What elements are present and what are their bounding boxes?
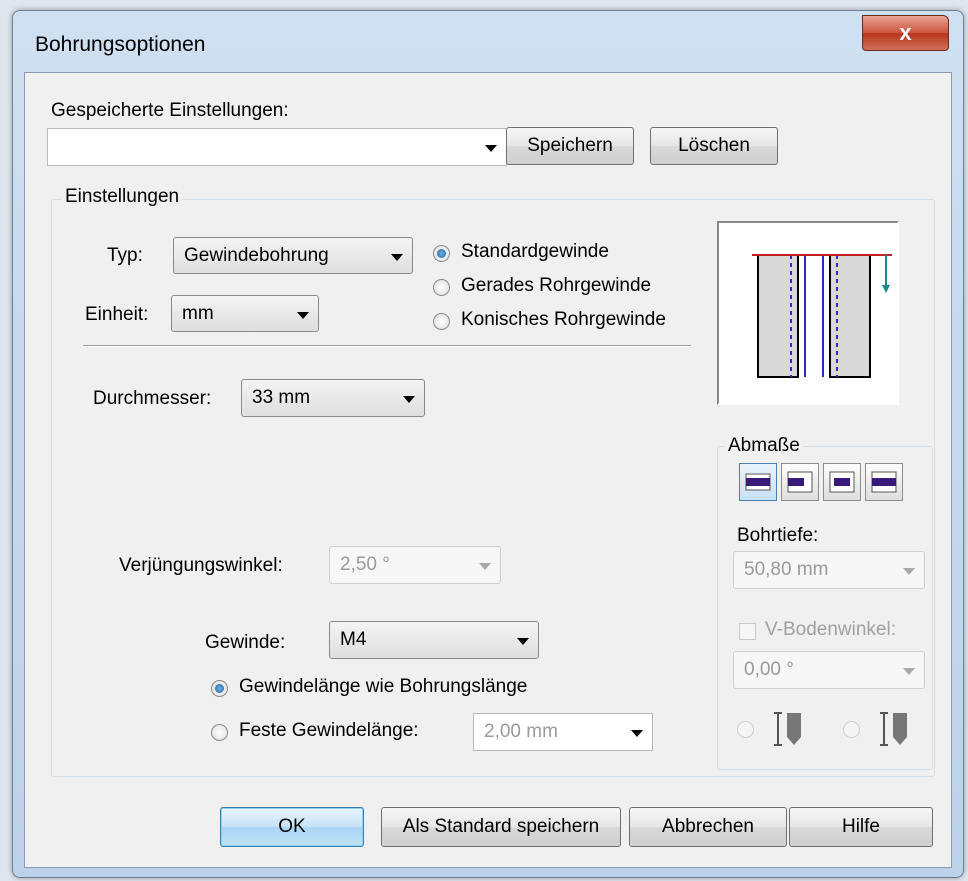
thread-length-equal-label: Gewindelänge wie Bohrungslänge — [239, 676, 528, 697]
chevron-down-icon — [631, 730, 643, 737]
v-bottom-combo[interactable]: 0,00 ° — [733, 651, 925, 689]
dim-full-icon — [871, 471, 897, 493]
taper-angle-label: Verjüngungswinkel: — [119, 555, 283, 576]
fixed-thread-length-label: Feste Gewindelänge: — [239, 720, 419, 741]
window-title: Bohrungsoptionen — [35, 33, 206, 56]
hole-preview — [717, 221, 899, 405]
dim-blind-icon — [787, 471, 813, 493]
type-combo[interactable]: Gewindebohrung — [173, 237, 413, 274]
chevron-down-icon — [297, 311, 309, 319]
dim-type-2-button[interactable] — [781, 463, 819, 501]
thread-value: M4 — [340, 629, 367, 650]
chevron-down-icon — [485, 145, 497, 152]
taper-angle-value: 2,50 ° — [340, 554, 390, 575]
dim-type-3-button[interactable] — [823, 463, 861, 501]
save-button[interactable]: Speichern — [506, 127, 634, 165]
radio-straight-pipe-thread[interactable] — [433, 279, 450, 296]
close-button[interactable]: x — [862, 15, 949, 51]
depth-label: Bohrtiefe: — [737, 525, 819, 546]
dialog-body: Gespeicherte Einstellungen: Speichern Lö… — [24, 72, 952, 868]
standard-thread-label: Standardgewinde — [461, 241, 609, 262]
saved-settings-label: Gespeicherte Einstellungen: — [51, 100, 289, 121]
diameter-combo[interactable]: 33 mm — [241, 379, 425, 417]
radio-thread-length-equal[interactable] — [211, 680, 228, 697]
chevron-down-icon — [391, 253, 403, 261]
v-bottom-value: 0,00 ° — [744, 659, 794, 680]
v-bottom-checkbox[interactable] — [739, 623, 756, 640]
thread-combo[interactable]: M4 — [329, 621, 539, 659]
tapered-pipe-thread-label: Konisches Rohrgewinde — [461, 309, 666, 330]
help-button[interactable]: Hilfe — [789, 807, 933, 847]
depth-to-tip-icon — [774, 712, 801, 746]
diameter-value: 33 mm — [252, 387, 311, 408]
radio-tapered-pipe-thread[interactable] — [433, 313, 450, 330]
radio-depth-tip[interactable] — [737, 721, 754, 738]
fixed-thread-length-value: 2,00 mm — [484, 721, 558, 742]
unit-label: Einheit: — [85, 304, 149, 325]
dialog-window: Bohrungsoptionen x Gespeicherte Einstell… — [12, 10, 964, 878]
settings-group-title: Einstellungen — [62, 186, 183, 208]
v-bottom-label: V-Bodenwinkel: — [765, 619, 896, 640]
dim-type-4-button[interactable] — [865, 463, 903, 501]
diameter-label: Durchmesser: — [93, 388, 212, 409]
fixed-thread-length-combo[interactable]: 2,00 mm — [473, 713, 653, 751]
ok-button[interactable]: OK — [220, 807, 364, 847]
unit-combo[interactable]: mm — [171, 295, 319, 332]
depth-combo[interactable]: 50,80 mm — [733, 551, 925, 589]
depth-value: 50,80 mm — [744, 559, 829, 580]
delete-button[interactable]: Löschen — [650, 127, 778, 165]
save-as-default-button[interactable]: Als Standard speichern — [381, 807, 621, 847]
chevron-down-icon — [479, 563, 491, 570]
depth-to-shoulder-icon — [880, 712, 907, 746]
cancel-button[interactable]: Abbrechen — [629, 807, 787, 847]
saved-settings-combo[interactable] — [47, 128, 507, 166]
chevron-down-icon — [903, 568, 915, 575]
dim-counterbore-icon — [829, 471, 855, 493]
divider — [83, 345, 691, 347]
radio-standard-thread[interactable] — [433, 245, 450, 262]
type-value: Gewindebohrung — [184, 244, 329, 266]
preview-arrow-head — [882, 285, 890, 293]
chevron-down-icon — [517, 638, 529, 645]
thread-label: Gewinde: — [205, 632, 286, 653]
unit-value: mm — [182, 302, 214, 324]
dim-type-1-button[interactable] — [739, 463, 777, 501]
taper-angle-combo[interactable]: 2,50 ° — [329, 546, 501, 584]
radio-fixed-thread-length[interactable] — [211, 724, 228, 741]
radio-depth-shoulder[interactable] — [843, 721, 860, 738]
dim-through-icon — [745, 473, 771, 491]
hole-preview-drawing — [752, 254, 892, 378]
chevron-down-icon — [903, 668, 915, 675]
straight-pipe-thread-label: Gerades Rohrgewinde — [461, 275, 652, 296]
dimensions-group-title: Abmaße — [725, 435, 803, 457]
chevron-down-icon — [403, 396, 415, 403]
type-label: Typ: — [107, 245, 143, 266]
